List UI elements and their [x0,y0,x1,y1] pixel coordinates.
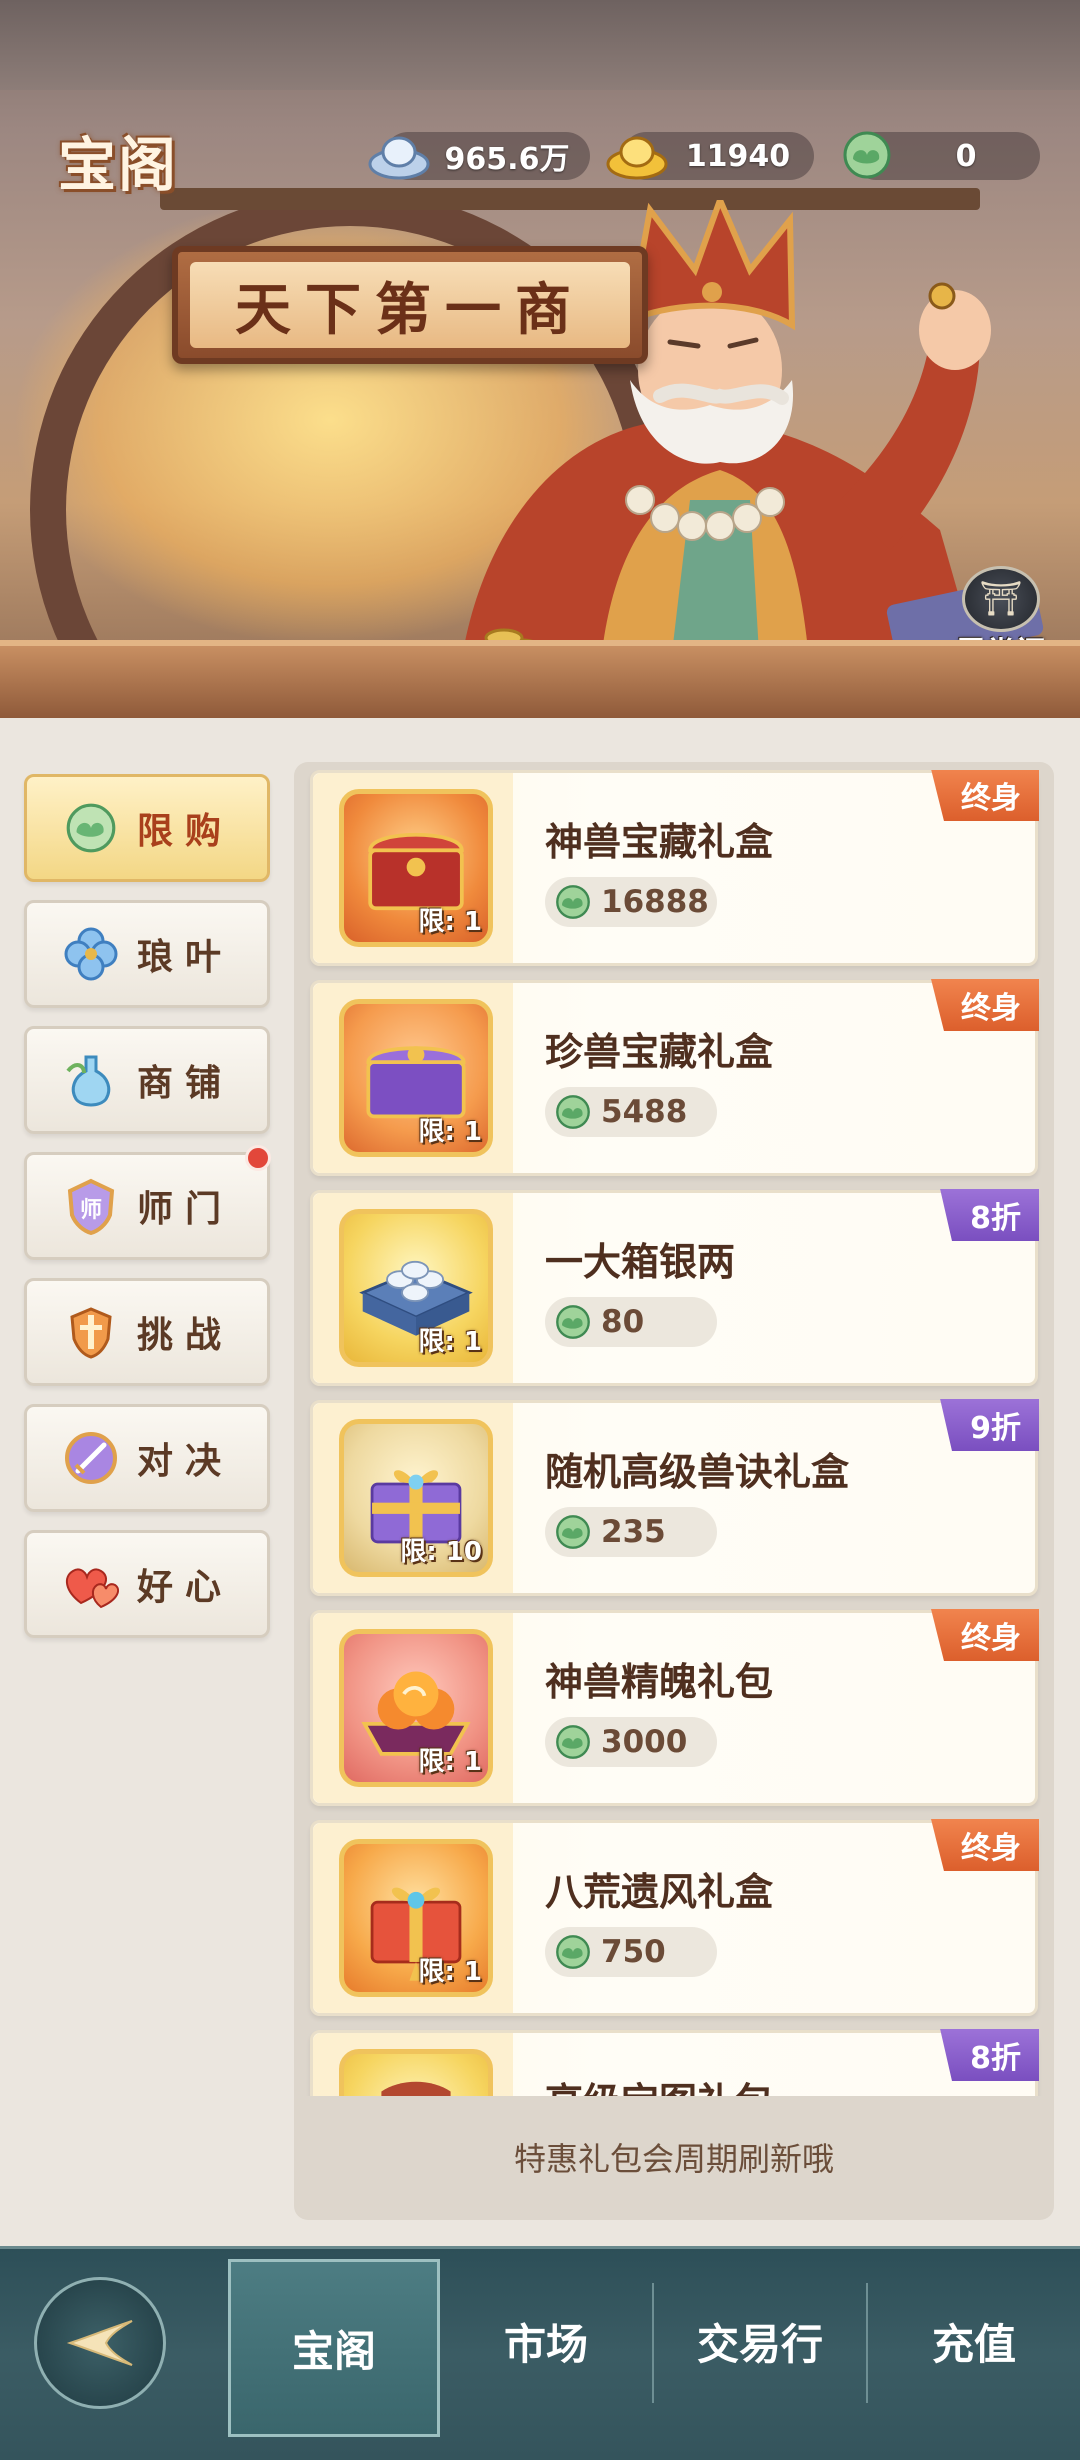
product-price: 80 [601,1304,645,1340]
product-name: 一大箱银两 [545,1240,736,1284]
price-pill[interactable]: 3000 [545,1717,717,1767]
clover-icon [61,924,121,984]
category-label: 挑战 [136,1315,233,1356]
jade-cloud-icon [836,126,898,184]
product-price: 5488 [601,1094,688,1130]
product-list[interactable]: 限: 1 神兽宝藏礼盒 16888 终身 限: 1 珍兽宝藏礼盒 5488 终身… [302,770,1046,2096]
category-label: 商铺 [136,1063,233,1104]
product-name: 神兽宝藏礼盒 [545,820,774,864]
shop-signboard: 天下第一商 [172,246,648,364]
product-card[interactable]: 限: 1 一大箱银两 80 8折 [310,1189,1039,1386]
banner-top-band [0,0,1080,90]
discount-tag: 9折 [940,1399,1039,1451]
category-kindness[interactable]: 好心 [24,1530,270,1638]
lifetime-tag: 终身 [931,1819,1039,1871]
category-label: 限购 [136,811,233,852]
category-label: 琅叶 [136,937,233,978]
purple-treasure-chest-icon: 限: 1 [339,999,493,1157]
jade-cloud-icon [556,1515,590,1549]
price-pill[interactable]: 16888 [545,877,717,927]
back-button[interactable] [34,2277,166,2409]
product-price: 750 [601,1934,666,1970]
category-sect[interactable]: 师 师门 [24,1145,271,1260]
tab-market[interactable]: 市场 [440,2249,652,2433]
jade-cloud-icon [556,885,590,919]
product-card[interactable]: 限: 1 八荒遗风礼盒 750 终身 [310,1819,1039,2016]
jade-cloud-icon [556,1725,590,1759]
purchase-limit: 限: 1 [418,1117,482,1147]
purchase-limit: 限: 1 [418,1957,482,1987]
category-label: 师门 [136,1189,233,1230]
back-arrow-icon [66,2320,133,2366]
price-pill[interactable]: 750 [545,1927,717,1977]
product-card[interactable]: 限: 1 珍兽宝藏礼盒 5488 终身 [310,979,1039,1176]
discount-tag: 8折 [940,1189,1039,1241]
tab-treasure-pavilion[interactable]: 宝阁 [228,2259,440,2437]
purchase-limit: 限: 10 [400,1537,482,1567]
product-card[interactable]: 限: 1 神兽精魄礼包 3000 终身 [310,1609,1039,1806]
product-name: 高级宝图礼包 [545,2071,773,2096]
product-name: 珍兽宝藏礼盒 [545,1030,774,1074]
purple-gift-box-icon: 限: 10 [339,1419,493,1577]
sword-shield-icon [61,1302,121,1362]
discount-tag: 8折 [940,2029,1039,2081]
product-name: 神兽精魄礼包 [545,1660,774,1704]
lifetime-tag: 终身 [931,1609,1039,1661]
product-price: 16888 [601,884,709,920]
pavilion-icon: ⛩ [962,566,1040,632]
lifetime-tag: 终身 [931,770,1039,821]
red-gift-box-icon: 限: 1 [339,1839,493,1997]
duel-sword-icon [61,1428,121,1488]
price-pill[interactable]: 80 [545,1297,717,1347]
potion-bottle-icon [61,1050,121,1110]
category-duel[interactable]: 对决 [24,1404,270,1512]
product-name: 八荒遗风礼盒 [545,1870,774,1914]
product-card[interactable]: 限: 10 随机高级兽诀礼盒 235 9折 [310,1399,1039,1596]
jade-cloud-icon [61,798,121,858]
gold-ingot-icon [606,126,668,184]
silver-ingot-icon [368,126,430,184]
shop-banner: 宝阁 965.6万 11940 0 天下第一商 ⛩ 霓裳阁 [0,0,1080,718]
sect-badge-text: 师 [80,1197,102,1223]
tab-recharge[interactable]: 充值 [868,2249,1080,2433]
jade-cloud-icon [556,1935,590,1969]
banner-counter [0,640,1080,718]
category-challenge[interactable]: 挑战 [24,1278,270,1386]
category-label: 好心 [136,1567,233,1608]
notification-dot [245,1145,271,1171]
treasure-map-icon [339,2049,493,2096]
bottom-navigation: 宝阁 市场 交易行 充值 [0,2246,1080,2460]
purchase-limit: 限: 1 [418,1327,482,1357]
purchase-limit: 限: 1 [418,907,482,937]
currency-jade[interactable]: 0 [843,131,1040,180]
lifetime-tag: 终身 [931,979,1039,1031]
currency-gold[interactable]: 11940 [606,132,814,180]
spirit-essence-icon: 限: 1 [339,1629,493,1787]
product-card[interactable]: 限: 1 神兽宝藏礼盒 16888 终身 [310,770,1039,966]
tab-trading-house[interactable]: 交易行 [654,2249,866,2433]
page-title: 宝阁 [58,131,179,199]
jade-cloud-icon [556,1095,590,1129]
product-price: 3000 [601,1724,688,1760]
jade-cloud-icon [556,1305,590,1339]
product-card[interactable]: 高级宝图礼包 8折 [310,2029,1039,2096]
signboard-text: 天下第一商 [190,262,630,348]
category-limited[interactable]: 限购 [24,774,270,882]
silver-box-icon: 限: 1 [339,1209,493,1367]
price-pill[interactable]: 235 [545,1507,717,1557]
category-label: 对决 [136,1441,233,1482]
red-treasure-chest-icon: 限: 1 [339,789,493,947]
price-pill[interactable]: 5488 [545,1087,717,1137]
refresh-note: 特惠礼包会周期刷新哦 [513,2140,834,2178]
purchase-limit: 限: 1 [418,1747,482,1777]
hearts-icon [61,1554,121,1614]
category-langye[interactable]: 琅叶 [24,900,270,1008]
sect-badge-icon: 师 [61,1176,121,1236]
product-name: 随机高级兽诀礼盒 [545,1450,850,1494]
category-shop[interactable]: 商铺 [24,1026,270,1134]
product-price: 235 [601,1514,666,1550]
currency-silver[interactable]: 965.6万 [368,132,590,180]
